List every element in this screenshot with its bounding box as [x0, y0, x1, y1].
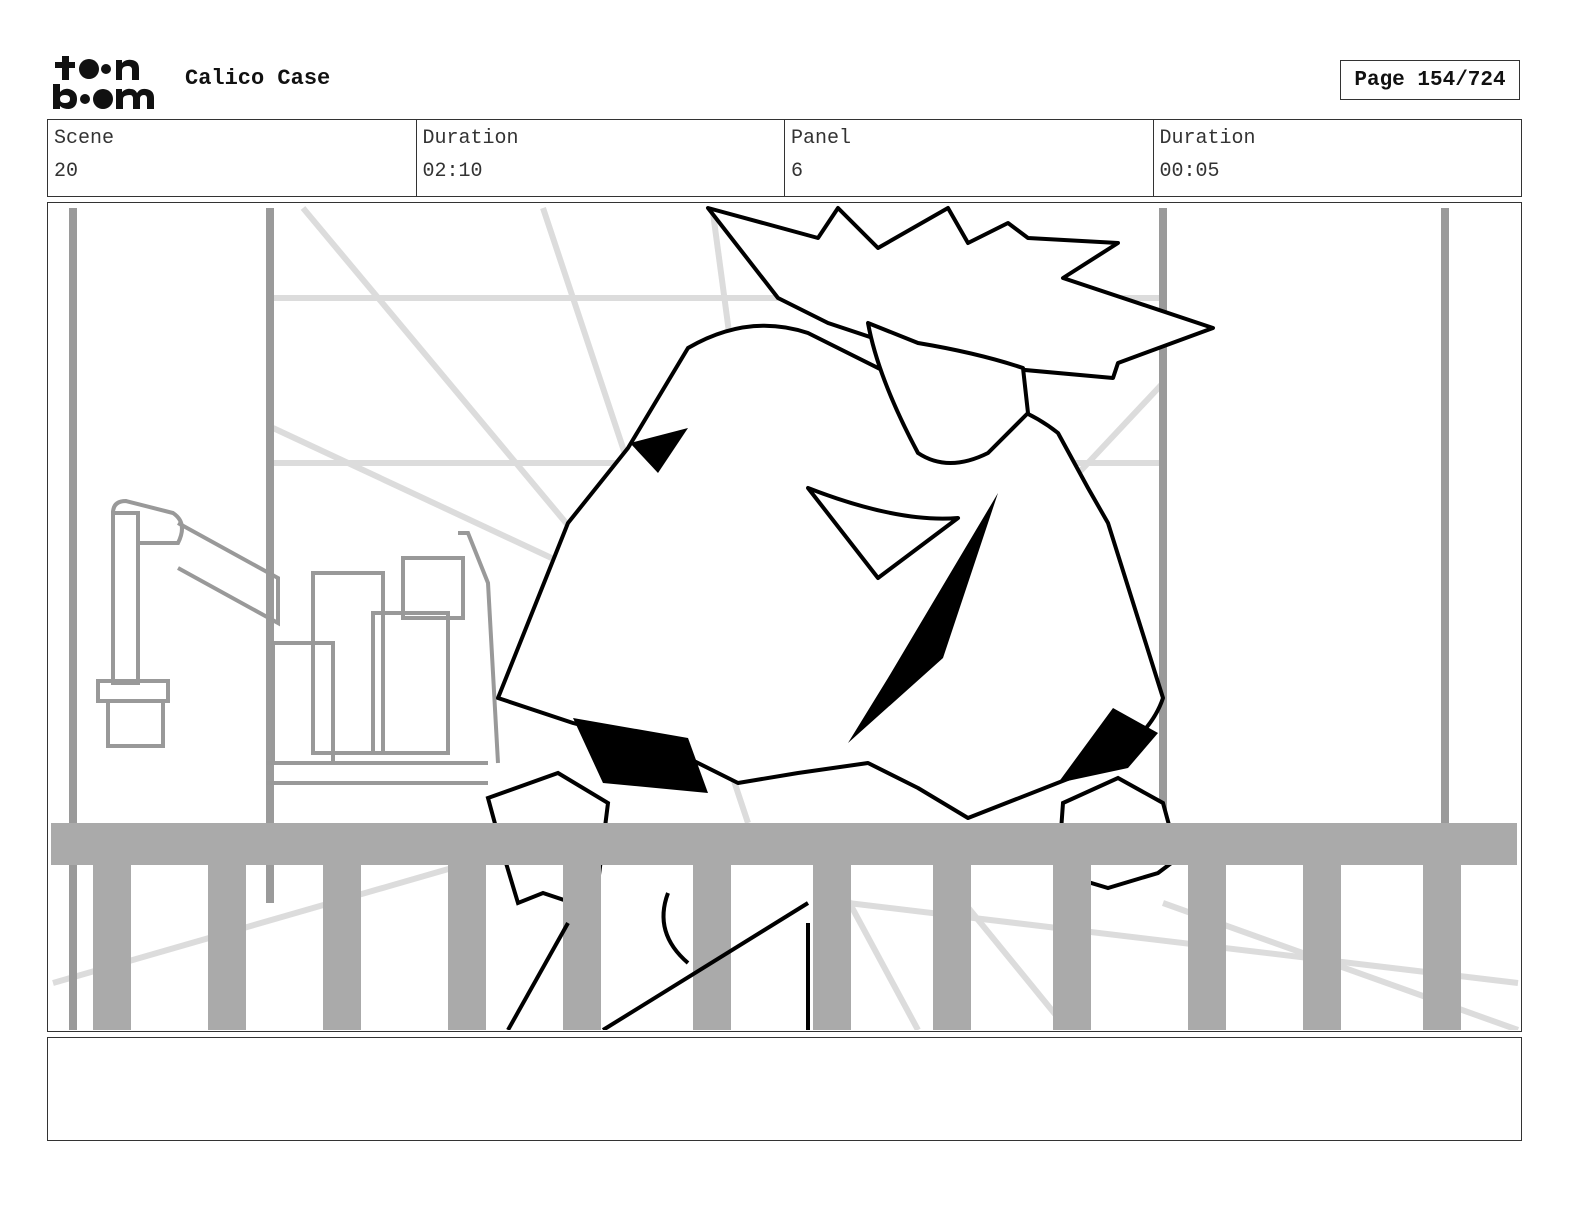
panel-notes [47, 1037, 1522, 1141]
railing [51, 823, 1517, 1030]
panel-duration-label: Duration [1159, 127, 1256, 150]
scene-duration-cell: Duration 02:10 [417, 120, 785, 196]
scene-cell: Scene 20 [48, 120, 417, 196]
toon-boom-logo [50, 52, 165, 112]
project-title: Calico Case [185, 66, 331, 91]
toon-boom-logo-graphic [53, 56, 154, 109]
scene-value: 20 [54, 160, 79, 183]
storyboard-panel [47, 202, 1522, 1032]
page-number: Page 154/724 [1340, 60, 1520, 100]
panel-duration-cell: Duration 00:05 [1154, 120, 1522, 196]
panel-label: Panel [791, 127, 852, 150]
scene-label: Scene [54, 127, 115, 150]
storyboard-sketch [51, 206, 1520, 1030]
panel-cell: Panel 6 [785, 120, 1154, 196]
background-factory [96, 498, 500, 785]
scene-duration-label: Duration [422, 127, 519, 150]
panel-value: 6 [791, 160, 804, 183]
scene-duration-value: 02:10 [422, 160, 483, 183]
character-legs [506, 892, 810, 1030]
scene-info-table: Scene 20 Duration 02:10 Panel 6 Duration… [47, 119, 1522, 197]
panel-duration-value: 00:05 [1159, 160, 1220, 183]
